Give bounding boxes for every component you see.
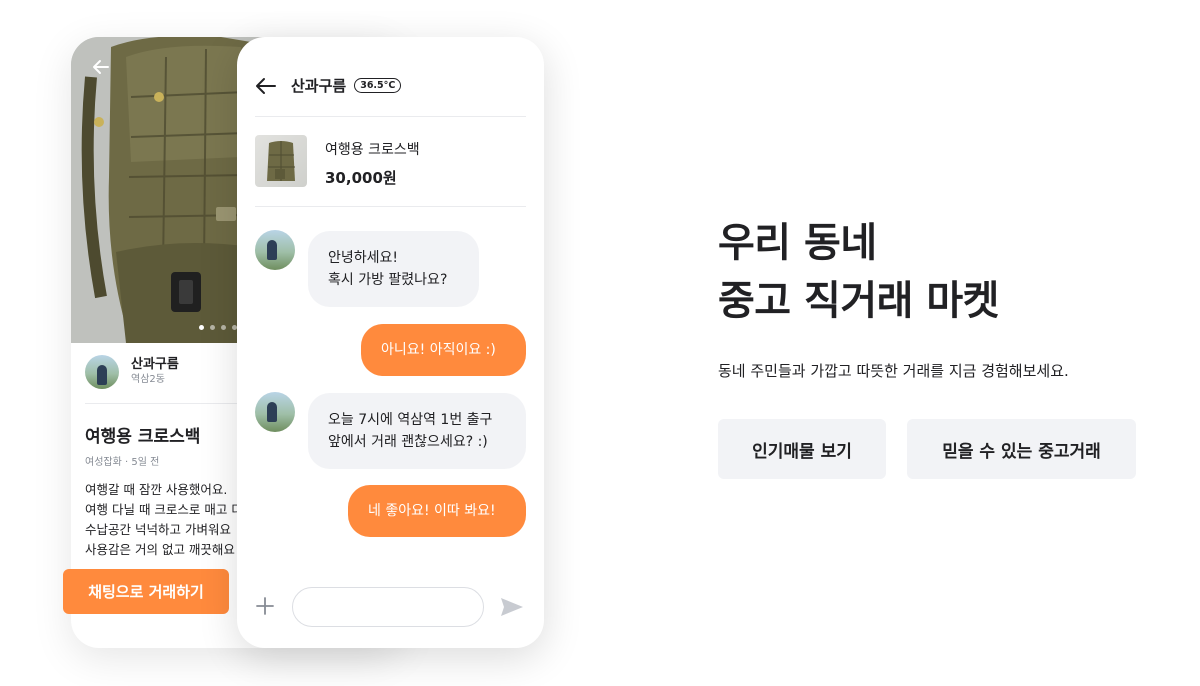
message-bubble-received: 안녕하세요! 혹시 가방 팔렸나요? xyxy=(308,231,479,307)
pagination-dot[interactable] xyxy=(210,325,215,330)
message-line: 혹시 가방 팔렸나요? xyxy=(328,272,448,288)
item-name: 여행용 크로스백 xyxy=(325,142,420,158)
seller-avatar xyxy=(85,355,119,389)
popular-items-button[interactable]: 인기매물 보기 xyxy=(718,419,886,479)
seller-profile[interactable]: 산과구름 역삼2동 xyxy=(85,355,179,389)
message-line: 네 좋아요! 이따 봐요! xyxy=(368,503,496,519)
message-bubble-received: 오늘 7시에 역삼역 1번 출구 앞에서 거래 괜찮으세요? :) xyxy=(308,393,526,469)
headline-line: 우리 동네 xyxy=(718,220,877,266)
divider xyxy=(255,206,526,207)
message-line: 앞에서 거래 괜찮으세요? :) xyxy=(328,434,488,450)
item-thumbnail[interactable] xyxy=(255,135,307,187)
description-line: 여행갈 때 잠깐 사용했어요. xyxy=(85,482,228,497)
partner-avatar xyxy=(255,230,295,270)
plus-icon[interactable] xyxy=(255,596,275,620)
chat-trade-button[interactable]: 채팅으로 거래하기 xyxy=(63,569,229,614)
pagination-dot[interactable] xyxy=(221,325,226,330)
back-arrow-icon[interactable] xyxy=(255,76,277,96)
back-arrow-icon[interactable] xyxy=(91,57,111,81)
product-meta: 여성잡화 · 5일 전 xyxy=(85,457,160,468)
seller-location: 역삼2동 xyxy=(131,374,165,385)
trusted-trade-button[interactable]: 믿을 수 있는 중고거래 xyxy=(907,419,1136,479)
seller-name: 산과구름 xyxy=(131,357,179,372)
message-bubble-sent: 네 좋아요! 이따 봐요! xyxy=(348,485,526,537)
message-bubble-sent: 아니요! 아직이요 :) xyxy=(361,324,526,376)
hero-subcopy: 동네 주민들과 가깝고 따뜻한 거래를 지금 경험해보세요. xyxy=(718,362,1069,380)
message-line: 안녕하세요! xyxy=(328,250,399,266)
manner-temperature-badge: 36.5°C xyxy=(354,78,402,93)
hero-headline: 우리 동네 중고 직거래 마켓 xyxy=(718,214,999,330)
message-line: 오늘 7시에 역삼역 1번 출구 xyxy=(328,412,493,428)
message-input[interactable] xyxy=(292,587,484,627)
product-description: 여행갈 때 잠깐 사용했어요. 여행 다닐 때 크로스로 매고 다 수납공간 넉… xyxy=(85,480,243,560)
headline-line: 중고 직거래 마켓 xyxy=(718,278,999,324)
divider xyxy=(255,116,526,117)
chat-header: 산과구름 36.5°C xyxy=(255,75,402,96)
message-line: 아니요! 아직이요 :) xyxy=(381,342,496,358)
photo-pagination xyxy=(199,325,237,330)
chat-partner-name: 산과구름 xyxy=(291,77,347,95)
partner-avatar xyxy=(255,392,295,432)
description-line: 수납공간 넉넉하고 가벼워요 xyxy=(85,522,231,537)
pagination-dot[interactable] xyxy=(199,325,204,330)
send-icon[interactable] xyxy=(500,597,524,621)
item-price: 30,000원 xyxy=(325,169,397,187)
chat-screen: 산과구름 36.5°C 여행용 크로스백 30,000원 안녕하세요! 혹시 가… xyxy=(237,37,544,648)
description-line: 사용감은 거의 없고 깨끗해요 xyxy=(85,542,235,557)
description-line: 여행 다닐 때 크로스로 매고 다 xyxy=(85,502,243,517)
message-composer xyxy=(237,585,544,629)
product-title: 여행용 크로스백 xyxy=(85,427,201,447)
